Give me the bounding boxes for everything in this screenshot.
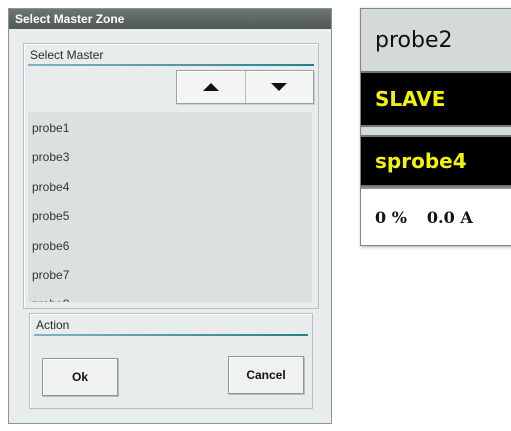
action-group: Action Ok Cancel — [29, 313, 313, 409]
list-item[interactable]: probe5 — [28, 202, 312, 231]
panel-divider — [361, 127, 511, 135]
list-item[interactable]: probe1 — [28, 114, 312, 143]
cancel-button[interactable]: Cancel — [228, 356, 304, 394]
scroll-up-button[interactable] — [177, 71, 245, 103]
zone-readout: 0 % 0.0 A — [361, 187, 511, 245]
list-item[interactable]: probe7 — [28, 261, 312, 290]
output-percent: 0 % — [375, 207, 407, 227]
action-legend: Action — [36, 318, 70, 332]
legend-divider — [28, 64, 314, 66]
arrow-up-icon — [202, 83, 219, 91]
scroll-buttons — [176, 70, 314, 104]
select-master-zone-dialog: Select Master Zone Select Master probe1 … — [8, 8, 332, 424]
list-item[interactable]: probe8 — [28, 290, 312, 302]
master-probe-list[interactable]: probe1 probe3 probe4 probe5 probe6 probe… — [28, 112, 312, 302]
master-zone-label: sprobe4 — [361, 135, 511, 187]
select-master-group: Select Master probe1 probe3 probe4 probe… — [23, 43, 319, 309]
list-item[interactable]: probe4 — [28, 173, 312, 202]
dialog-title: Select Master Zone — [9, 9, 331, 29]
list-item[interactable]: probe3 — [28, 143, 312, 172]
zone-name: probe2 — [361, 9, 511, 71]
ok-button[interactable]: Ok — [42, 358, 118, 396]
legend-divider — [34, 334, 308, 336]
zone-status-panel: probe2 SLAVE sprobe4 0 % 0.0 A — [360, 8, 511, 246]
arrow-down-icon — [271, 83, 288, 91]
scroll-down-button[interactable] — [244, 71, 314, 103]
select-master-legend: Select Master — [30, 48, 104, 62]
output-current: 0.0 A — [426, 207, 473, 227]
zone-role-badge: SLAVE — [361, 71, 511, 127]
list-item[interactable]: probe6 — [28, 232, 312, 261]
